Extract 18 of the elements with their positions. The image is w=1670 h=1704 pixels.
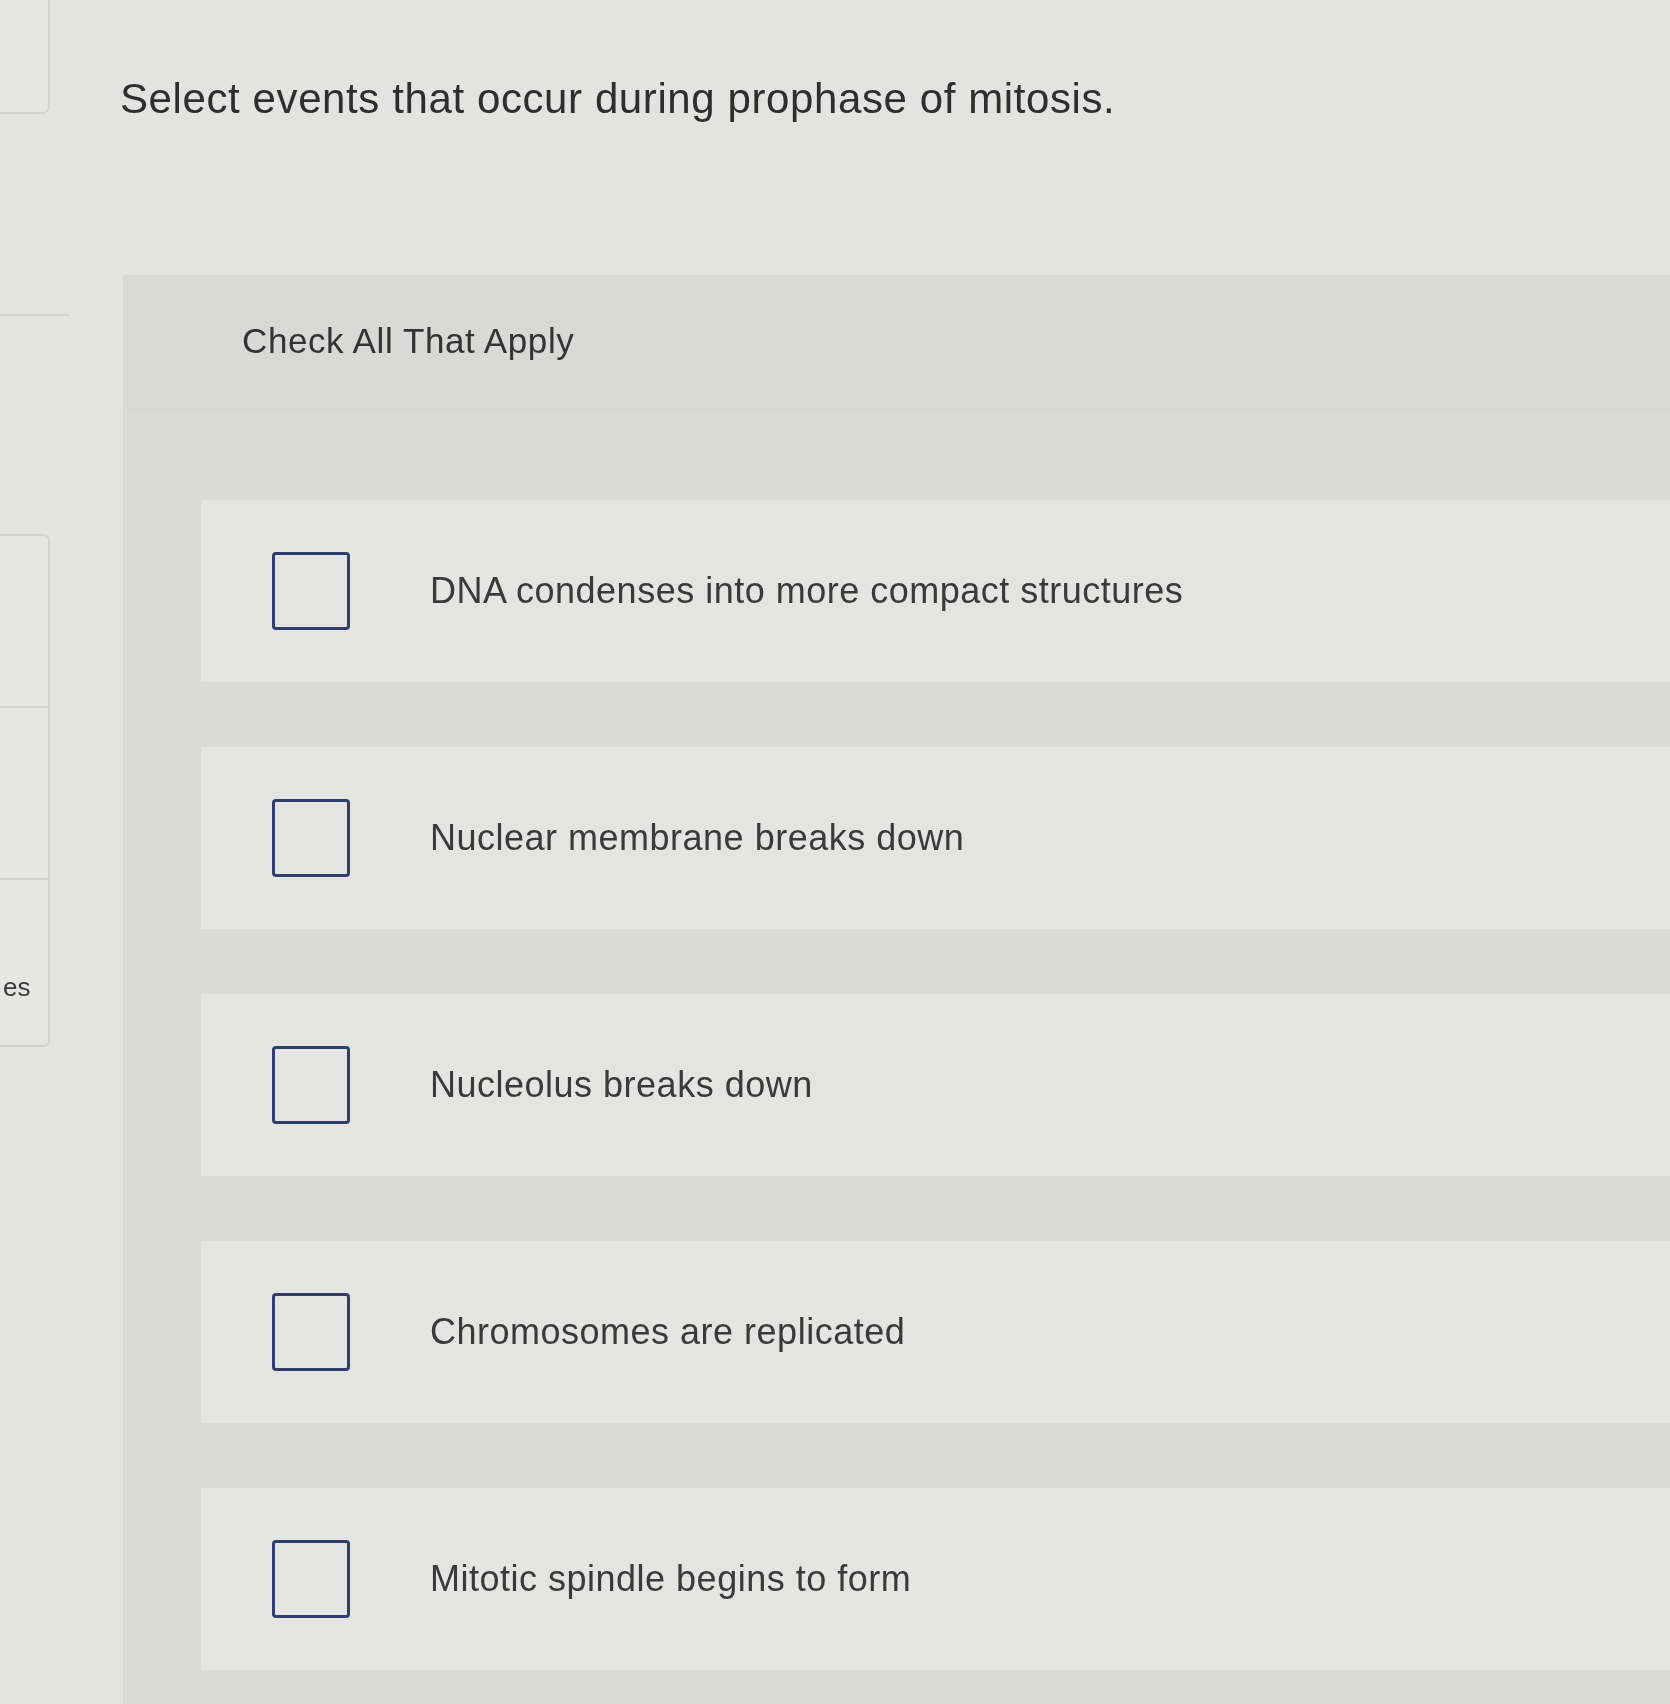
- checkbox[interactable]: [272, 1046, 350, 1124]
- option-label: Nucleolus breaks down: [430, 1064, 813, 1106]
- answer-option[interactable]: Nucleolus breaks down: [201, 994, 1670, 1176]
- question-text: Select events that occur during prophase of mitosis.: [120, 74, 1116, 124]
- answer-option[interactable]: Mitotic spindle begins to form: [201, 1488, 1670, 1670]
- option-label: Nuclear membrane breaks down: [430, 817, 965, 859]
- instructions-text: Check All That Apply: [242, 321, 575, 361]
- option-label: Chromosomes are replicated: [430, 1311, 906, 1353]
- option-label: DNA condenses into more compact structures: [430, 570, 1184, 612]
- checkbox[interactable]: [272, 799, 350, 877]
- answer-option[interactable]: Chromosomes are replicated: [201, 1241, 1670, 1423]
- checkbox[interactable]: [272, 1293, 350, 1371]
- checkbox[interactable]: [272, 552, 350, 630]
- answer-option[interactable]: DNA condenses into more compact structures: [201, 500, 1670, 682]
- sidebar-label: es: [3, 972, 31, 1003]
- checkbox[interactable]: [272, 1540, 350, 1618]
- answer-option[interactable]: Nuclear membrane breaks down: [201, 747, 1670, 929]
- option-label: Mitotic spindle begins to form: [430, 1558, 912, 1600]
